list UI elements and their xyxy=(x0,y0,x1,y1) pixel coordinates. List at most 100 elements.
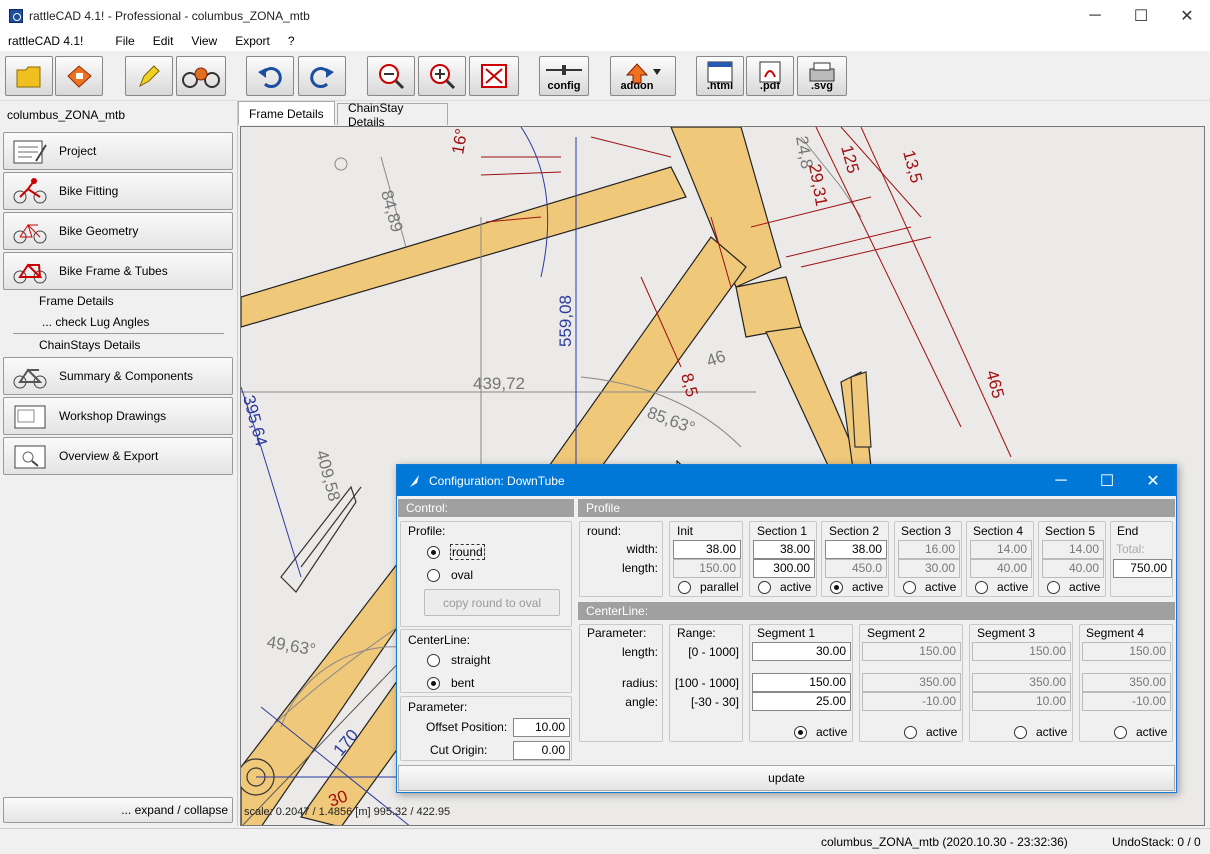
section-1-radio[interactable] xyxy=(758,581,771,594)
radio-oval[interactable] xyxy=(427,569,440,582)
dim-label: 13,5 xyxy=(899,148,926,185)
dim-label: 559,08 xyxy=(556,295,575,347)
zoom-out-button[interactable] xyxy=(367,56,415,96)
menu-bar: rattleCAD 4.1! File Edit View Export ? xyxy=(0,31,1210,51)
sub-chainstays-details[interactable]: ChainStays Details xyxy=(39,338,140,352)
menu-view[interactable]: View xyxy=(191,34,217,48)
scale-readout: scale: 0.2047 / 1.4856 [m] 995.32 / 422.… xyxy=(244,806,451,818)
zoom-fit-button[interactable] xyxy=(469,56,519,96)
label-straight: straight xyxy=(451,653,491,667)
radio-straight[interactable] xyxy=(427,654,440,667)
dialog-close-button[interactable]: ✕ xyxy=(1130,465,1176,496)
menu-edit[interactable]: Edit xyxy=(153,34,174,48)
overview-export-icon xyxy=(14,445,46,469)
sub-check-lug-angles[interactable]: ... check Lug Angles xyxy=(42,315,149,329)
nav-summary-label: Summary & Components xyxy=(59,369,194,383)
bike-geometry-icon xyxy=(13,224,47,244)
ref-circle xyxy=(334,157,348,171)
nav-bike-fitting[interactable]: Bike Fitting xyxy=(3,172,233,210)
nav-bike-frame-tubes[interactable]: Bike Frame & Tubes xyxy=(3,252,233,290)
edit-rider-button[interactable] xyxy=(125,56,173,96)
copy-round-to-oval-button[interactable]: copy round to oval xyxy=(424,589,560,616)
nav-summary-components[interactable]: Summary & Components xyxy=(3,357,233,395)
tab-chainstay-details[interactable]: ChainStay Details xyxy=(337,101,448,129)
bike-view-button[interactable] xyxy=(176,56,226,96)
title-bar: rattleCAD 4.1! - Professional - columbus… xyxy=(0,0,1210,31)
segment-3-radio[interactable] xyxy=(1014,726,1027,739)
nav-project[interactable]: Project xyxy=(3,132,233,170)
update-button[interactable]: update xyxy=(398,765,1175,791)
total-input[interactable]: 750.00 xyxy=(1113,559,1172,578)
centerline-group: CenterLine: straight bent xyxy=(400,629,572,693)
export-pdf-button[interactable]: .pdf xyxy=(746,56,794,96)
segment-3-angle-input: 10.00 xyxy=(972,692,1071,711)
config-button[interactable]: config xyxy=(539,56,589,96)
nav-workshop-drawings[interactable]: Workshop Drawings xyxy=(3,397,233,435)
dim-red xyxy=(815,127,962,428)
undo-button[interactable] xyxy=(246,56,294,96)
menu-help[interactable]: ? xyxy=(288,34,295,48)
section-3-active-label: active xyxy=(925,580,957,594)
segment-1-radio[interactable] xyxy=(794,726,807,739)
section-5-radio[interactable] xyxy=(1047,581,1060,594)
section-4-length-input: 40.00 xyxy=(970,559,1032,578)
offset-position-input[interactable]: 10.00 xyxy=(513,718,570,737)
segment-1-length-input[interactable]: 30.00 xyxy=(752,642,851,661)
zoom-in-button[interactable] xyxy=(418,56,466,96)
section-3-radio[interactable] xyxy=(903,581,916,594)
menu-file[interactable]: File xyxy=(115,34,134,48)
tab-frame-details[interactable]: Frame Details xyxy=(238,101,335,125)
label-round: round xyxy=(450,544,485,560)
section-4-radio[interactable] xyxy=(975,581,988,594)
status-file: columbus_ZONA_mtb (2020.10.30 - 23:32:36… xyxy=(821,835,1068,849)
maximize-button[interactable]: ☐ xyxy=(1118,0,1164,31)
cut-origin-input[interactable]: 0.00 xyxy=(513,741,570,760)
init-title: Init xyxy=(677,524,694,538)
save-button[interactable] xyxy=(55,56,103,96)
left-panel: columbus_ZONA_mtb Project Bike Fitting B… xyxy=(0,101,238,826)
section-5-length-input: 40.00 xyxy=(1042,559,1104,578)
minimize-button[interactable]: ─ xyxy=(1072,0,1118,31)
export-html-button[interactable]: .html xyxy=(696,56,744,96)
dialog-minimize-button[interactable]: ─ xyxy=(1038,465,1084,496)
offset-position-label: Offset Position: xyxy=(426,720,508,734)
close-button[interactable]: ✕ xyxy=(1164,0,1210,31)
radio-parallel[interactable] xyxy=(678,581,691,594)
menu-app-label: rattleCAD 4.1! xyxy=(8,34,84,48)
section-1-width-input[interactable]: 38.00 xyxy=(753,540,815,559)
init-length-input: 150.00 xyxy=(673,559,741,578)
nav-overview-export[interactable]: Overview & Export xyxy=(3,437,233,475)
sub-frame-details[interactable]: Frame Details xyxy=(39,294,114,308)
segment-4-radio[interactable] xyxy=(1114,726,1127,739)
menu-export[interactable]: Export xyxy=(235,34,270,48)
segment-1-angle-input[interactable]: 25.00 xyxy=(752,692,851,711)
radio-bent[interactable] xyxy=(427,677,440,690)
section-1-length-input[interactable]: 300.00 xyxy=(753,559,815,578)
section-2-radio[interactable] xyxy=(830,581,843,594)
redo-button[interactable] xyxy=(298,56,346,96)
cl-length-label: length: xyxy=(621,645,658,659)
segment-2-active-label: active xyxy=(926,725,958,739)
export-svg-button[interactable]: .svg xyxy=(797,56,847,96)
segment-2-radio[interactable] xyxy=(904,726,917,739)
nav-workshop-label: Workshop Drawings xyxy=(59,409,167,423)
length-label: length: xyxy=(621,561,658,575)
section-2-width-input[interactable]: 38.00 xyxy=(825,540,887,559)
nav-bike-geometry[interactable]: Bike Geometry xyxy=(3,212,233,250)
init-width-input[interactable]: 38.00 xyxy=(673,540,741,559)
status-bar: columbus_ZONA_mtb (2020.10.30 - 23:32:36… xyxy=(0,828,1210,854)
expand-collapse-button[interactable]: ... expand / collapse xyxy=(3,797,233,823)
segment-1-radius-input[interactable]: 150.00 xyxy=(752,673,851,692)
label-bent: bent xyxy=(451,676,475,690)
round-label: round: xyxy=(587,524,622,538)
addon-button[interactable]: addon xyxy=(610,56,676,96)
dialog-maximize-button[interactable]: ☐ xyxy=(1084,465,1130,496)
summary-icon xyxy=(13,368,47,389)
section-4-width-input: 14.00 xyxy=(970,540,1032,559)
range-length: [0 - 1000] xyxy=(688,645,739,659)
open-folder-button[interactable] xyxy=(5,56,53,96)
end-title: End xyxy=(1117,524,1139,538)
segment-2-group: Segment 2 150.00 350.00 -10.00 active xyxy=(859,624,963,742)
radio-round[interactable] xyxy=(427,546,440,559)
html-doc-icon xyxy=(707,61,733,83)
